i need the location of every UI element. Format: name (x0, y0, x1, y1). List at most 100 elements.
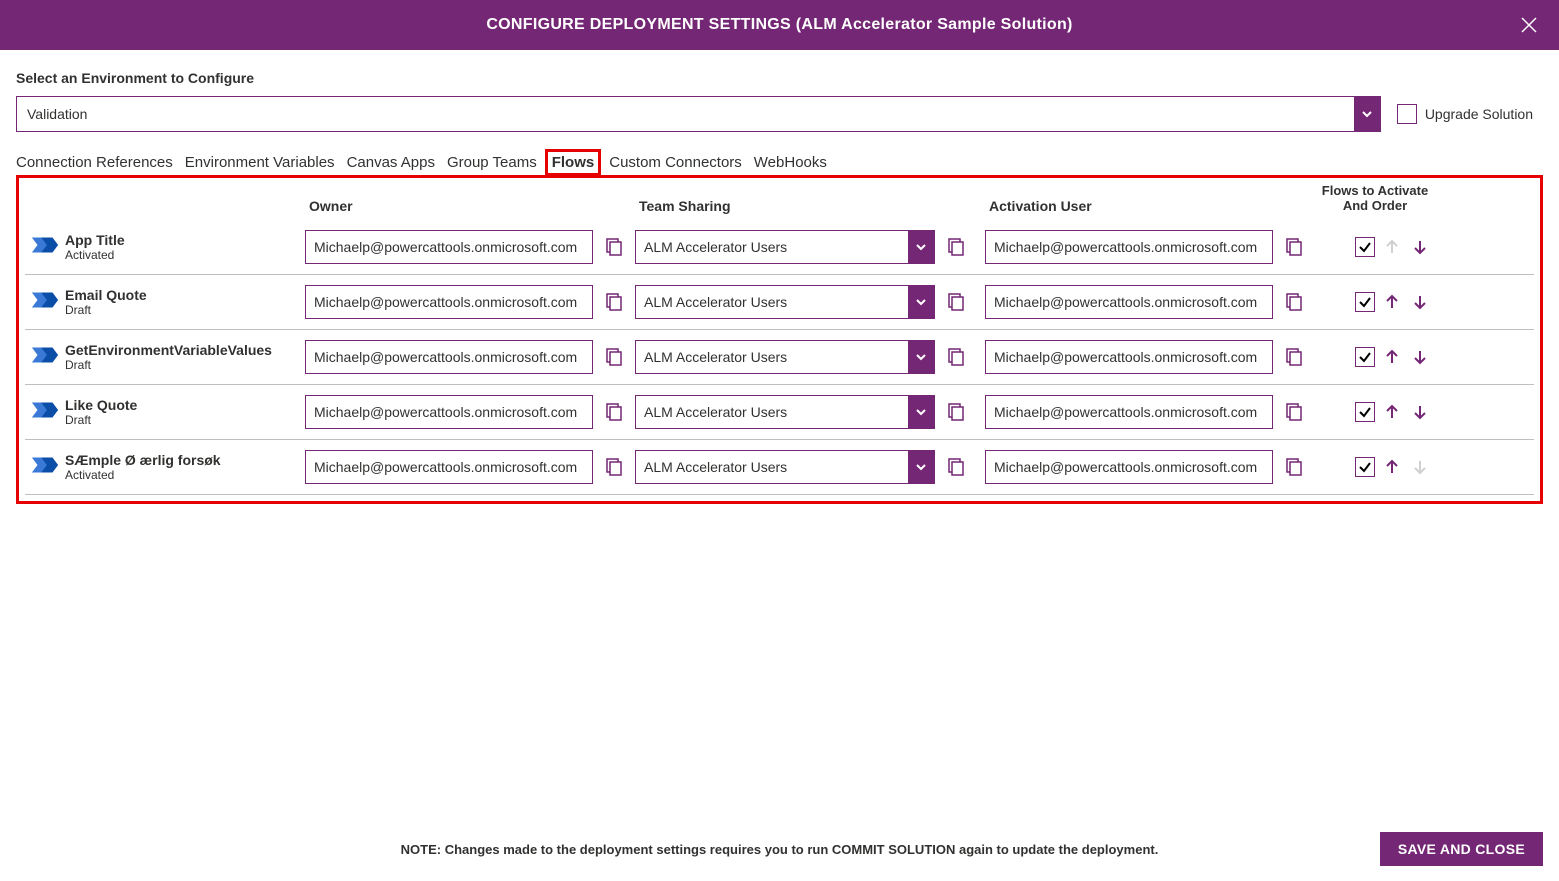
copy-icon[interactable] (943, 235, 967, 259)
flow-name: Email Quote (65, 287, 297, 303)
team-sharing-select[interactable]: ALM Accelerator Users (635, 395, 935, 429)
table-row: App Title Activated ALM Accelerator User… (25, 220, 1534, 275)
owner-input[interactable] (305, 285, 593, 319)
upgrade-solution-label: Upgrade Solution (1425, 106, 1533, 122)
copy-icon[interactable] (1281, 455, 1305, 479)
tab-canvas-apps[interactable]: Canvas Apps (347, 154, 435, 171)
flows-grid: Owner Team Sharing Activation User Flows… (16, 175, 1543, 504)
grid-header: Owner Team Sharing Activation User Flows… (25, 184, 1534, 220)
table-row: Email Quote Draft ALM Accelerator Users (25, 275, 1534, 330)
tab-group-teams[interactable]: Group Teams (447, 154, 537, 171)
move-up-button (1381, 236, 1403, 258)
flow-status: Draft (65, 358, 297, 372)
footer: NOTE: Changes made to the deployment set… (0, 817, 1559, 881)
copy-icon[interactable] (943, 345, 967, 369)
move-up-button[interactable] (1381, 291, 1403, 313)
tab-environment-variables[interactable]: Environment Variables (185, 154, 335, 171)
team-sharing-value: ALM Accelerator Users (636, 459, 908, 475)
copy-icon[interactable] (1281, 400, 1305, 424)
team-sharing-select[interactable]: ALM Accelerator Users (635, 340, 935, 374)
flow-icon (30, 343, 60, 370)
flow-status: Activated (65, 248, 297, 262)
tab-flows[interactable]: Flows (545, 149, 602, 176)
copy-icon[interactable] (943, 455, 967, 479)
table-row: GetEnvironmentVariableValues Draft ALM A… (25, 330, 1534, 385)
activate-checkbox[interactable] (1355, 402, 1375, 422)
dialog-header: CONFIGURE DEPLOYMENT SETTINGS (ALM Accel… (0, 0, 1559, 50)
copy-icon[interactable] (601, 345, 625, 369)
save-and-close-button[interactable]: SAVE AND CLOSE (1380, 832, 1543, 866)
move-down-button[interactable] (1409, 236, 1431, 258)
move-up-button[interactable] (1381, 456, 1403, 478)
team-sharing-select[interactable]: ALM Accelerator Users (635, 285, 935, 319)
copy-icon[interactable] (601, 290, 625, 314)
team-sharing-value: ALM Accelerator Users (636, 404, 908, 420)
flow-icon (30, 233, 60, 260)
chevron-down-icon (908, 396, 934, 428)
close-icon[interactable] (1517, 13, 1541, 37)
move-down-button[interactable] (1409, 401, 1431, 423)
column-team-sharing: Team Sharing (635, 198, 985, 214)
team-sharing-select[interactable]: ALM Accelerator Users (635, 450, 935, 484)
flow-status: Activated (65, 468, 297, 482)
tab-webhooks[interactable]: WebHooks (754, 154, 827, 171)
copy-icon[interactable] (943, 290, 967, 314)
tab-bar: Connection References Environment Variab… (16, 154, 1543, 171)
table-row: Like Quote Draft ALM Accelerator Users (25, 385, 1534, 440)
copy-icon[interactable] (601, 235, 625, 259)
upgrade-solution-checkbox[interactable] (1397, 104, 1417, 124)
column-activation-user: Activation User (985, 198, 1315, 214)
flow-name: SÆmple Ø ærlig forsøk (65, 452, 297, 468)
activation-user-input[interactable] (985, 340, 1273, 374)
tab-connection-references[interactable]: Connection References (16, 154, 173, 171)
copy-icon[interactable] (943, 400, 967, 424)
team-sharing-select[interactable]: ALM Accelerator Users (635, 230, 935, 264)
column-order: Flows to Activate And Order (1315, 184, 1435, 214)
move-down-button (1409, 456, 1431, 478)
move-down-button[interactable] (1409, 291, 1431, 313)
activate-checkbox[interactable] (1355, 237, 1375, 257)
table-row: SÆmple Ø ærlig forsøk Activated ALM Acce… (25, 440, 1534, 495)
move-up-button[interactable] (1381, 346, 1403, 368)
flow-status: Draft (65, 413, 297, 427)
copy-icon[interactable] (601, 455, 625, 479)
owner-input[interactable] (305, 230, 593, 264)
team-sharing-value: ALM Accelerator Users (636, 349, 908, 365)
copy-icon[interactable] (1281, 235, 1305, 259)
environment-label: Select an Environment to Configure (16, 70, 1543, 86)
activate-checkbox[interactable] (1355, 347, 1375, 367)
copy-icon[interactable] (601, 400, 625, 424)
owner-input[interactable] (305, 450, 593, 484)
flow-icon (30, 288, 60, 315)
activation-user-input[interactable] (985, 285, 1273, 319)
environment-select-value: Validation (17, 106, 1354, 122)
activation-user-input[interactable] (985, 230, 1273, 264)
team-sharing-value: ALM Accelerator Users (636, 294, 908, 310)
flow-icon (30, 398, 60, 425)
copy-icon[interactable] (1281, 290, 1305, 314)
activation-user-input[interactable] (985, 450, 1273, 484)
move-down-button[interactable] (1409, 346, 1431, 368)
flow-status: Draft (65, 303, 297, 317)
flow-name: App Title (65, 232, 297, 248)
owner-input[interactable] (305, 340, 593, 374)
chevron-down-icon (908, 341, 934, 373)
chevron-down-icon (1354, 97, 1380, 131)
flow-icon (30, 453, 60, 480)
environment-select[interactable]: Validation (16, 96, 1381, 132)
chevron-down-icon (908, 231, 934, 263)
column-owner: Owner (305, 198, 635, 214)
footer-note: NOTE: Changes made to the deployment set… (401, 842, 1159, 857)
flow-name: Like Quote (65, 397, 297, 413)
activate-checkbox[interactable] (1355, 457, 1375, 477)
chevron-down-icon (908, 286, 934, 318)
chevron-down-icon (908, 451, 934, 483)
activation-user-input[interactable] (985, 395, 1273, 429)
tab-custom-connectors[interactable]: Custom Connectors (609, 154, 742, 171)
activate-checkbox[interactable] (1355, 292, 1375, 312)
move-up-button[interactable] (1381, 401, 1403, 423)
copy-icon[interactable] (1281, 345, 1305, 369)
dialog-title: CONFIGURE DEPLOYMENT SETTINGS (ALM Accel… (486, 16, 1072, 34)
flow-name: GetEnvironmentVariableValues (65, 342, 297, 358)
owner-input[interactable] (305, 395, 593, 429)
